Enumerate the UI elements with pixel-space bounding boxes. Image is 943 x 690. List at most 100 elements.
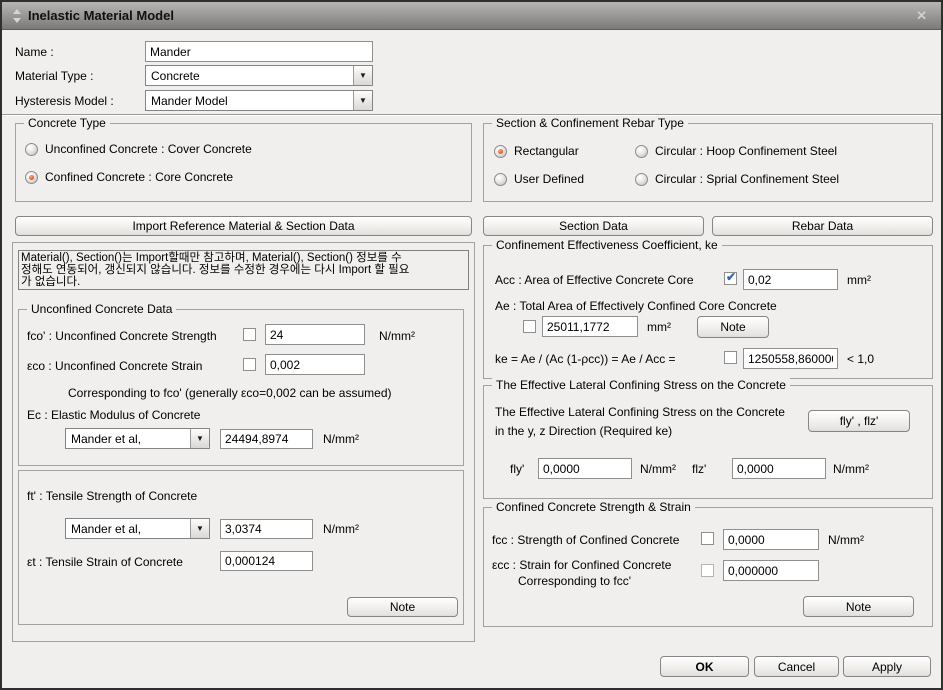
- radio-label: Unconfined Concrete : Cover Concrete: [45, 142, 252, 156]
- rebar-data-button[interactable]: Rebar Data: [712, 216, 933, 236]
- fly-input[interactable]: [538, 458, 632, 479]
- material-type-label: Material Type :: [15, 69, 93, 83]
- concrete-type-group: Concrete Type Unconfined Concrete : Cove…: [15, 123, 472, 202]
- lateral-stress-title: The Effective Lateral Confining Stress o…: [492, 378, 790, 392]
- material-type-select[interactable]: Concrete ▼: [145, 65, 373, 86]
- chevron-down-icon[interactable]: ▼: [190, 519, 209, 538]
- info-line-2: 정해도 연동되어, 갱신되지 않습니다. 정보를 수정한 경우에는 다시 Imp…: [21, 264, 466, 276]
- flz-input[interactable]: [732, 458, 826, 479]
- radio-user-defined[interactable]: User Defined: [494, 172, 584, 186]
- ecc-input[interactable]: [723, 560, 819, 581]
- ec-method-value: Mander et al,: [71, 432, 141, 446]
- ec-value-input[interactable]: [220, 429, 313, 449]
- ft-unit: N/mm²: [323, 522, 359, 536]
- concrete-type-title: Concrete Type: [24, 116, 110, 130]
- fco-input[interactable]: [265, 324, 365, 345]
- fly-unit: N/mm²: [640, 462, 676, 476]
- rebar-type-group: Section & Confinement Rebar Type Rectang…: [483, 123, 933, 202]
- import-reference-button[interactable]: Import Reference Material & Section Data: [15, 216, 472, 236]
- flz-unit: N/mm²: [833, 462, 869, 476]
- section-data-button[interactable]: Section Data: [483, 216, 704, 236]
- rebar-type-title: Section & Confinement Rebar Type: [492, 116, 688, 130]
- info-line-3: 가 없습니다.: [21, 276, 466, 288]
- lateral-desc-2: in the y, z Direction (Required ke): [495, 424, 672, 438]
- separator: [2, 114, 941, 116]
- material-type-value: Concrete: [151, 69, 200, 83]
- acc-checkbox[interactable]: ✔: [724, 272, 737, 285]
- ecc-checkbox[interactable]: [701, 564, 714, 577]
- radio-rectangular[interactable]: Rectangular: [494, 144, 579, 158]
- ec-method-select[interactable]: Mander et al, ▼: [65, 428, 210, 449]
- fly-label: fly': [510, 462, 524, 476]
- radio-confined-concrete[interactable]: Confined Concrete : Core Concrete: [25, 170, 233, 184]
- ae-checkbox[interactable]: [523, 320, 536, 333]
- radio-icon: [25, 143, 38, 156]
- ecc-label-2: Corresponding to fcc': [518, 574, 631, 588]
- ft-method-select[interactable]: Mander et al, ▼: [65, 518, 210, 539]
- fco-label: fco' : Unconfined Concrete Strength: [27, 329, 217, 343]
- ae-unit: mm²: [647, 320, 671, 334]
- info-line-1: Material(), Section()는 Import할때만 참고하며, M…: [21, 252, 466, 264]
- inelastic-material-model-dialog: Inelastic Material Model ✕ Name : Materi…: [0, 0, 943, 690]
- close-icon[interactable]: ✕: [916, 8, 927, 24]
- hysteresis-model-value: Mander Model: [151, 94, 228, 108]
- chevron-down-icon[interactable]: ▼: [353, 66, 372, 85]
- fcc-label: fcc : Strength of Confined Concrete: [492, 533, 679, 547]
- window-icon: [13, 9, 22, 23]
- flz-label: flz': [692, 462, 706, 476]
- radio-label: Rectangular: [514, 144, 579, 158]
- fco-checkbox[interactable]: [243, 328, 256, 341]
- fco-unit: N/mm²: [379, 329, 415, 343]
- confined-group-title: Confined Concrete Strength & Strain: [492, 500, 695, 514]
- import-info-note: Material(), Section()는 Import할때만 참고하며, M…: [18, 250, 469, 290]
- note-button-ke[interactable]: Note: [697, 316, 769, 338]
- radio-circular-hoop[interactable]: Circular : Hoop Confinement Steel: [635, 144, 837, 158]
- radio-icon: [25, 171, 38, 184]
- note-button-confined[interactable]: Note: [803, 596, 914, 617]
- ec-label: Ec : Elastic Modulus of Concrete: [27, 408, 200, 422]
- ke-group-title: Confinement Effectiveness Coefficient, k…: [492, 238, 722, 252]
- eco-input[interactable]: [265, 354, 365, 375]
- note-button-tensile[interactable]: Note: [347, 597, 458, 617]
- radio-icon: [494, 173, 507, 186]
- radio-label: Circular : Sprial Confinement Steel: [655, 172, 839, 186]
- fly-flz-button[interactable]: fly' , flz': [808, 410, 910, 432]
- eco-label: εco : Unconfined Concrete Strain: [27, 359, 202, 373]
- ok-button[interactable]: OK: [660, 656, 749, 677]
- fcc-input[interactable]: [723, 529, 819, 550]
- check-icon: ✔: [726, 270, 736, 284]
- ae-input[interactable]: [542, 316, 638, 337]
- et-label: εt : Tensile Strain of Concrete: [27, 555, 183, 569]
- ke-input[interactable]: [743, 348, 838, 369]
- radio-icon: [635, 173, 648, 186]
- eco-note: Corresponding to fco' (generally εco=0,0…: [68, 386, 392, 400]
- title-bar[interactable]: Inelastic Material Model ✕: [2, 2, 941, 30]
- radio-icon: [635, 145, 648, 158]
- radio-circular-spiral[interactable]: Circular : Sprial Confinement Steel: [635, 172, 839, 186]
- ke-limit: < 1,0: [847, 352, 874, 366]
- cancel-button[interactable]: Cancel: [754, 656, 839, 677]
- radio-unconfined-concrete[interactable]: Unconfined Concrete : Cover Concrete: [25, 142, 252, 156]
- acc-label: Acc : Area of Effective Concrete Core: [495, 273, 694, 287]
- lateral-stress-group: The Effective Lateral Confining Stress o…: [483, 385, 933, 499]
- chevron-down-icon[interactable]: ▼: [353, 91, 372, 110]
- hysteresis-model-select[interactable]: Mander Model ▼: [145, 90, 373, 111]
- acc-unit: mm²: [847, 273, 871, 287]
- radio-icon: [494, 145, 507, 158]
- dialog-title: Inelastic Material Model: [28, 8, 174, 23]
- ke-checkbox[interactable]: [724, 351, 737, 364]
- fcc-checkbox[interactable]: [701, 532, 714, 545]
- apply-button[interactable]: Apply: [843, 656, 931, 677]
- et-input[interactable]: [220, 551, 313, 571]
- ec-unit: N/mm²: [323, 432, 359, 446]
- name-input[interactable]: [145, 41, 373, 62]
- ft-label: ft' : Tensile Strength of Concrete: [27, 489, 197, 503]
- radio-label: Circular : Hoop Confinement Steel: [655, 144, 837, 158]
- eco-checkbox[interactable]: [243, 358, 256, 371]
- ft-value-input[interactable]: [220, 519, 313, 539]
- hysteresis-model-label: Hysteresis Model :: [15, 94, 114, 108]
- name-label: Name :: [15, 45, 54, 59]
- acc-input[interactable]: [743, 269, 838, 290]
- ecc-label-1: εcc : Strain for Confined Concrete: [492, 558, 671, 572]
- chevron-down-icon[interactable]: ▼: [190, 429, 209, 448]
